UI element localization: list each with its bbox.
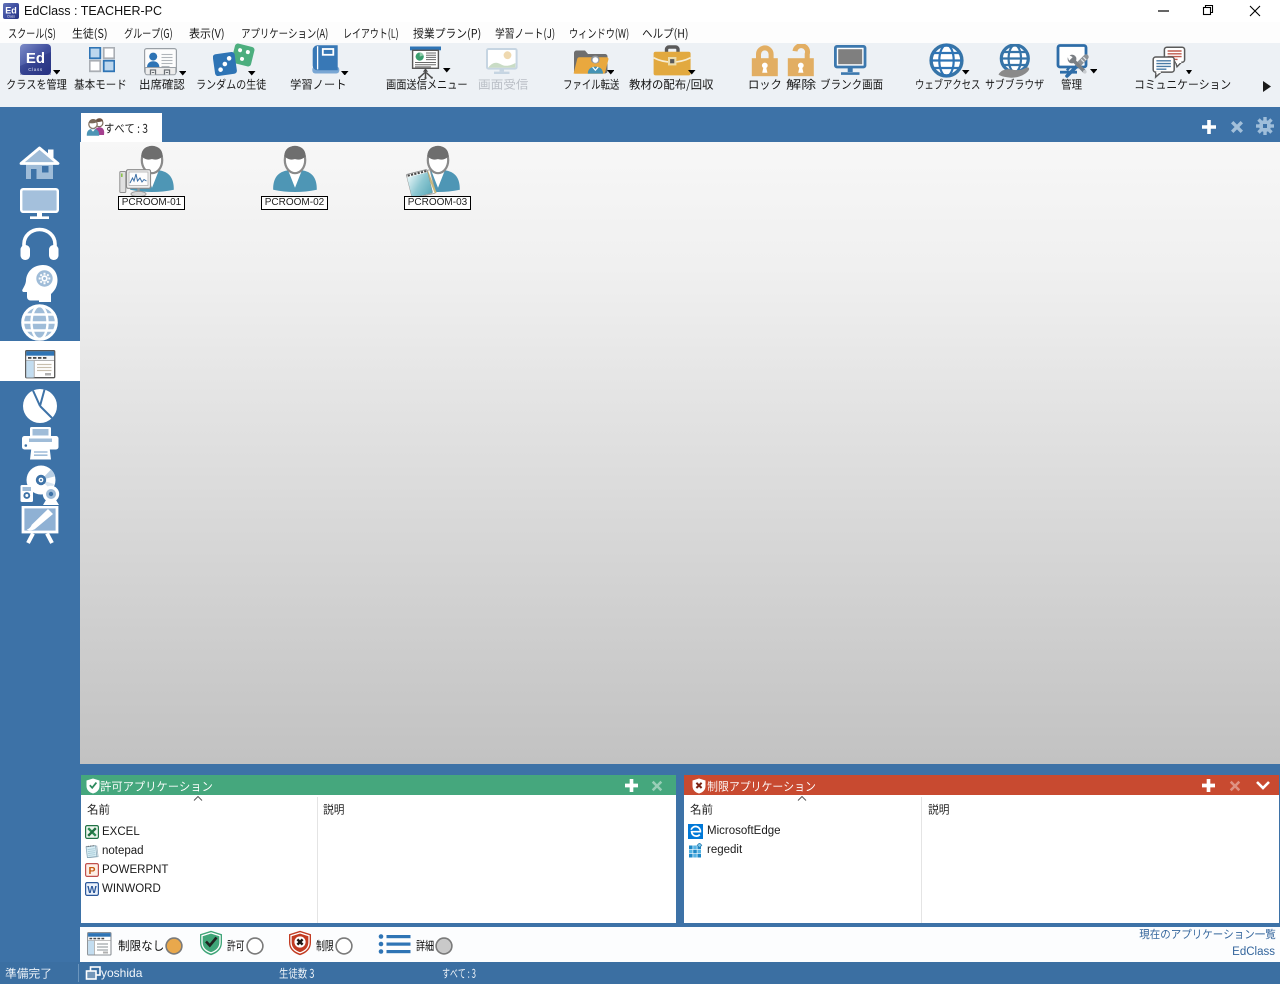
svg-text:W: W (87, 885, 97, 896)
svg-text:Class: Class (7, 15, 15, 19)
svg-text:Ed: Ed (25, 50, 44, 67)
svg-text:Class: Class (28, 67, 43, 72)
svg-text:P: P (88, 865, 95, 877)
